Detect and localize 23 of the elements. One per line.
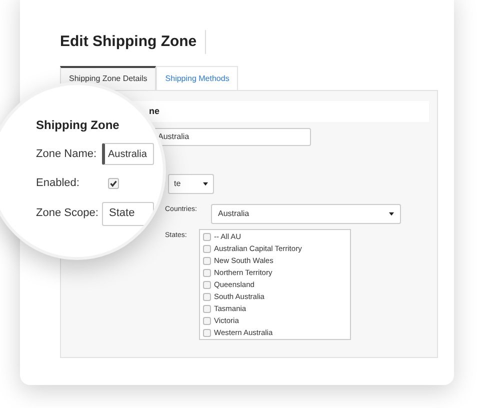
field-label: Enabled: xyxy=(36,176,80,191)
page-title: Edit Shipping Zone xyxy=(60,30,206,54)
checkbox[interactable] xyxy=(203,292,211,300)
zone-scope-select[interactable]: State xyxy=(102,202,154,226)
checkbox[interactable] xyxy=(203,232,211,240)
checkbox[interactable] xyxy=(203,280,211,288)
checkbox[interactable] xyxy=(203,244,211,252)
checkbox[interactable] xyxy=(203,304,211,312)
magnifier-heading: Shipping Zone xyxy=(36,117,120,133)
zone-name-field[interactable]: Australia xyxy=(102,143,154,165)
field-label: Zone Scope: xyxy=(36,206,100,222)
checkbox[interactable] xyxy=(203,256,211,264)
checkbox[interactable] xyxy=(108,178,119,189)
countries-select[interactable]: Australia xyxy=(211,204,401,224)
zone-scope-select[interactable]: te xyxy=(168,174,214,194)
checkbox[interactable] xyxy=(203,268,211,276)
tab[interactable]: Shipping Methods xyxy=(156,66,238,90)
checkbox[interactable] xyxy=(203,328,211,336)
caret-icon xyxy=(389,212,394,216)
caret-icon xyxy=(203,182,208,186)
section-heading: ne xyxy=(149,104,160,118)
field-label: Zone Name: xyxy=(36,146,98,162)
checkbox[interactable] xyxy=(203,316,211,324)
